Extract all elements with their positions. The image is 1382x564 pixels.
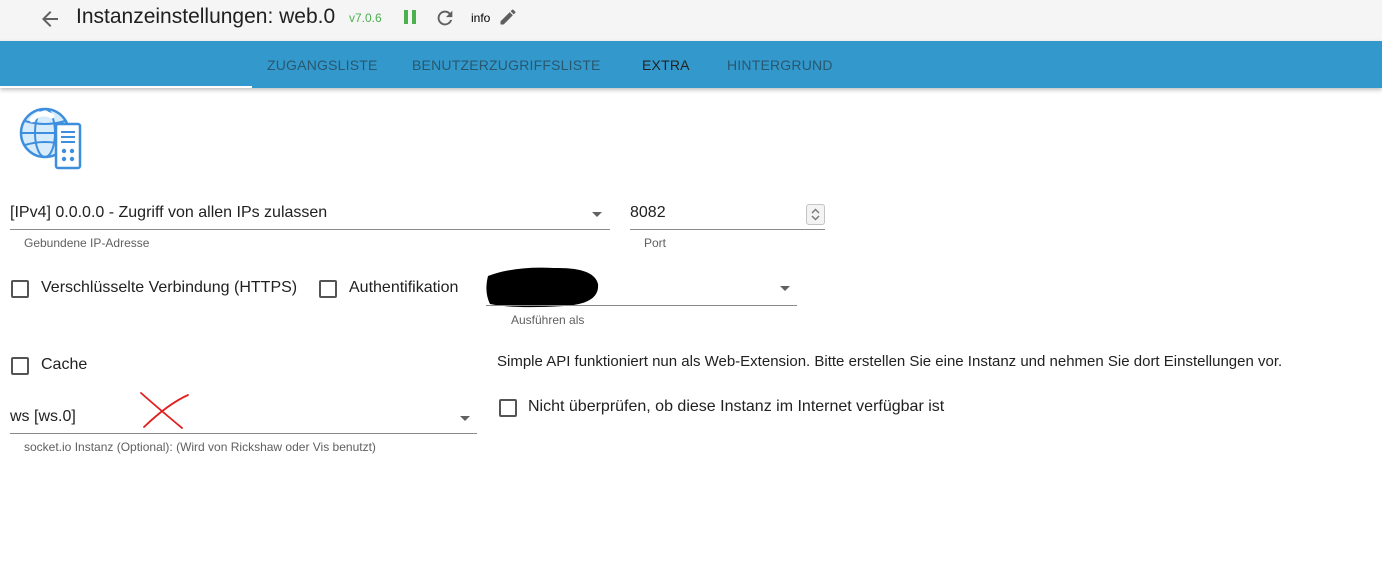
version-label: v7.0.6 xyxy=(349,11,382,25)
log-level-label: info xyxy=(471,11,491,25)
tab-hintergrund[interactable]: HINTERGRUND xyxy=(727,41,833,88)
auth-label: Authentifikation xyxy=(349,279,459,296)
socketio-underline xyxy=(10,433,477,434)
run-as-underline xyxy=(486,305,797,306)
tab-bar: ZUGANGSLISTE BENUTZERZUGRIFFSLISTE EXTRA… xyxy=(0,41,1382,88)
bind-ip-select-value[interactable]: [IPv4] 0.0.0.0 - Zugriff von allen IPs z… xyxy=(10,204,327,222)
cache-label: Cache xyxy=(41,356,88,373)
chevron-down-icon[interactable] xyxy=(460,416,470,421)
https-checkbox[interactable] xyxy=(11,280,29,298)
red-cross-annotation xyxy=(140,392,189,429)
bind-ip-underline xyxy=(10,229,610,230)
https-label: Verschlüsselte Verbindung (HTTPS) xyxy=(41,279,298,296)
cache-checkbox[interactable] xyxy=(11,357,29,375)
port-label: Port xyxy=(644,236,667,250)
port-input[interactable]: 8082 xyxy=(630,204,666,222)
reload-icon[interactable] xyxy=(434,7,456,29)
tab-extra[interactable]: EXTRA xyxy=(642,41,690,88)
port-underline xyxy=(630,229,825,230)
auth-checkbox[interactable] xyxy=(319,280,337,298)
port-stepper[interactable] xyxy=(806,204,825,225)
simple-api-note: Simple API funktioniert nun als Web-Exte… xyxy=(497,353,1283,370)
socketio-label: socket.io Instanz (Optional): (Wird von … xyxy=(24,440,376,454)
no-check-label: Nicht überprüfen, ob diese Instanz im In… xyxy=(528,398,945,415)
pencil-icon[interactable] xyxy=(498,7,518,27)
socketio-select-value[interactable]: ws [ws.0] xyxy=(10,408,76,426)
stepper-arrows-icon xyxy=(811,208,820,221)
run-as-label: Ausführen als xyxy=(511,313,585,327)
web-adapter-logo xyxy=(19,107,82,170)
arrow-left-icon[interactable] xyxy=(38,7,62,31)
pause-icon[interactable] xyxy=(402,9,418,25)
page-title: Instanzeinstellungen: web.0 xyxy=(76,5,336,28)
no-check-checkbox[interactable] xyxy=(499,399,517,417)
chevron-down-icon[interactable] xyxy=(592,212,602,217)
chevron-down-icon[interactable] xyxy=(780,286,790,291)
tab-indicator xyxy=(0,86,252,88)
tab-benutzerzugriffsliste[interactable]: BENUTZERZUGRIFFSLISTE xyxy=(412,41,601,88)
redaction-mark xyxy=(486,267,599,308)
bind-ip-label: Gebundene IP-Adresse xyxy=(24,236,150,250)
tab-zugangsliste[interactable]: ZUGANGSLISTE xyxy=(267,41,378,88)
